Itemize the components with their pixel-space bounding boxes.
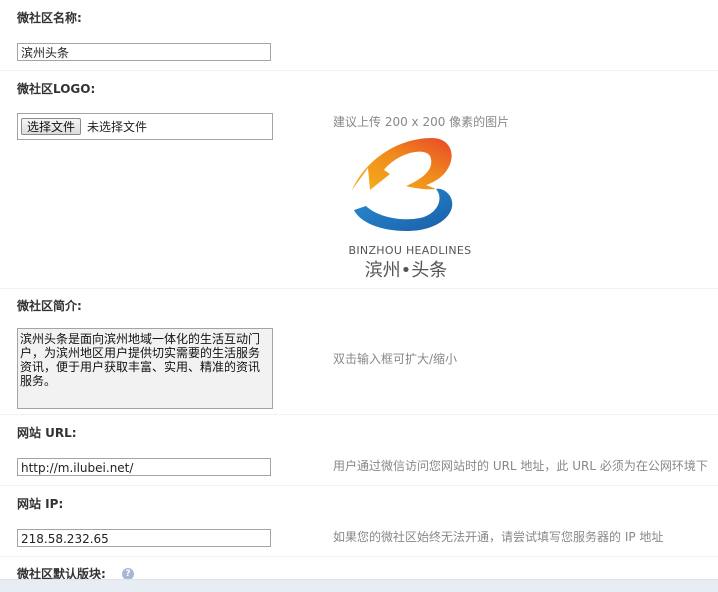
intro-resize-hint: 双击输入框可扩大/缩小 [333,352,458,366]
file-status-text: 未选择文件 [87,120,148,134]
logo-text-cn: 滨州•头条 [365,260,448,281]
site-url-hint: 用户通过微信访问您网站时的 URL 地址，此 URL 必须为在公网环境下 [333,459,708,473]
logo-file-input[interactable]: 选择文件 未选择文件 [17,113,273,140]
logo-b-icon: BINZHOU HEADLINES 滨州•头条 [349,138,472,281]
row-divider [0,70,718,71]
community-intro-textarea[interactable]: 滨州头条是面向滨州地域一体化的生活互动门户，为滨州地区用户提供切实需要的生活服务… [17,328,273,409]
community-settings-form: 微社区名称: 滨州头条 微社区LOGO: 选择文件 未选择文件 建议上传 200… [0,0,718,592]
community-intro-label: 微社区简介: [17,299,82,313]
bottom-bar [0,579,718,592]
logo-text-en: BINZHOU HEADLINES [349,244,472,257]
site-ip-hint: 如果您的微社区始终无法开通，请尝试填写您服务器的 IP 地址 [333,530,664,544]
choose-file-button[interactable]: 选择文件 [21,118,82,135]
site-ip-label: 网站 IP: [17,497,64,511]
community-name-input[interactable]: 滨州头条 [17,43,271,61]
site-url-label: 网站 URL: [17,426,77,440]
logo-preview: BINZHOU HEADLINES 滨州•头条 [340,130,480,282]
community-logo-label: 微社区LOGO: [17,82,96,96]
row-divider [0,485,718,486]
logo-size-hint: 建议上传 200 x 200 像素的图片 [333,115,510,129]
site-ip-input[interactable]: 218.58.232.65 [17,529,271,547]
row-divider [0,288,718,289]
row-divider [0,556,718,557]
site-url-input[interactable]: http://m.ilubei.net/ [17,458,271,476]
row-divider [0,414,718,415]
community-name-label: 微社区名称: [17,11,82,25]
